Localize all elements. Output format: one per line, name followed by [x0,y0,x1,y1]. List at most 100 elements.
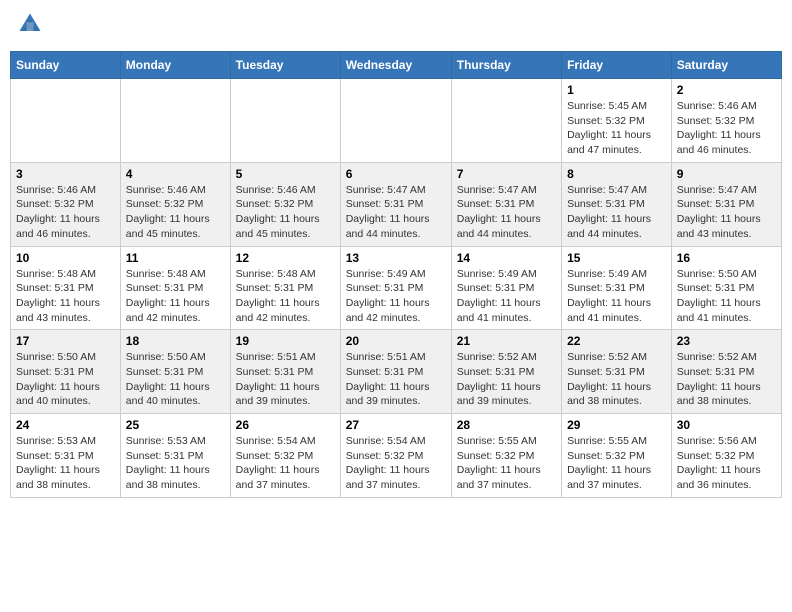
day-number: 11 [126,251,225,265]
calendar-week-2: 3 Sunrise: 5:46 AM Sunset: 5:32 PM Daylig… [11,162,782,246]
calendar-cell: 15 Sunrise: 5:49 AM Sunset: 5:31 PM Dayli… [562,246,672,330]
weekday-header-wednesday: Wednesday [340,52,451,79]
calendar-week-5: 24 Sunrise: 5:53 AM Sunset: 5:31 PM Dayli… [11,414,782,498]
logo-icon [16,10,44,38]
calendar-cell: 2 Sunrise: 5:46 AM Sunset: 5:32 PM Daylig… [671,79,781,163]
day-info: Sunrise: 5:49 AM Sunset: 5:31 PM Dayligh… [346,267,446,326]
day-info: Sunrise: 5:49 AM Sunset: 5:31 PM Dayligh… [567,267,666,326]
day-info: Sunrise: 5:51 AM Sunset: 5:31 PM Dayligh… [346,350,446,409]
weekday-header-tuesday: Tuesday [230,52,340,79]
calendar-cell: 24 Sunrise: 5:53 AM Sunset: 5:31 PM Dayli… [11,414,121,498]
calendar-cell: 5Sunrise: 5:46 AM Sunset: 5:32 PM Daylig… [230,162,340,246]
day-number: 10 [16,251,115,265]
day-number: 3 [16,167,115,181]
day-info: Sunrise: 5:46 AM Sunset: 5:32 PM Dayligh… [16,183,115,242]
calendar-cell: 29 Sunrise: 5:55 AM Sunset: 5:32 PM Dayli… [562,414,672,498]
calendar-cell: 28Sunrise: 5:55 AM Sunset: 5:32 PM Dayli… [451,414,561,498]
day-info: Sunrise: 5:45 AM Sunset: 5:32 PM Dayligh… [567,99,666,158]
day-info: Sunrise: 5:55 AM Sunset: 5:32 PM Dayligh… [457,434,556,493]
day-number: 29 [567,418,666,432]
day-info: Sunrise: 5:55 AM Sunset: 5:32 PM Dayligh… [567,434,666,493]
day-number: 25 [126,418,225,432]
day-number: 15 [567,251,666,265]
day-number: 2 [677,83,776,97]
day-number: 9 [677,167,776,181]
day-info: Sunrise: 5:48 AM Sunset: 5:31 PM Dayligh… [16,267,115,326]
day-info: Sunrise: 5:46 AM Sunset: 5:32 PM Dayligh… [677,99,776,158]
weekday-header-sunday: Sunday [11,52,121,79]
calendar-cell [340,79,451,163]
day-number: 30 [677,418,776,432]
day-info: Sunrise: 5:48 AM Sunset: 5:31 PM Dayligh… [126,267,225,326]
weekday-header-friday: Friday [562,52,672,79]
logo [14,10,44,43]
day-info: Sunrise: 5:47 AM Sunset: 5:31 PM Dayligh… [567,183,666,242]
day-number: 19 [236,334,335,348]
calendar-cell: 9 Sunrise: 5:47 AM Sunset: 5:31 PM Daylig… [671,162,781,246]
day-info: Sunrise: 5:54 AM Sunset: 5:32 PM Dayligh… [236,434,335,493]
day-number: 27 [346,418,446,432]
day-number: 16 [677,251,776,265]
calendar-cell: 27 Sunrise: 5:54 AM Sunset: 5:32 PM Dayli… [340,414,451,498]
day-info: Sunrise: 5:46 AM Sunset: 5:32 PM Dayligh… [126,183,225,242]
calendar-cell: 23Sunrise: 5:52 AM Sunset: 5:31 PM Dayli… [671,330,781,414]
day-number: 5 [236,167,335,181]
day-info: Sunrise: 5:51 AM Sunset: 5:31 PM Dayligh… [236,350,335,409]
day-info: Sunrise: 5:54 AM Sunset: 5:32 PM Dayligh… [346,434,446,493]
calendar-cell: 3 Sunrise: 5:46 AM Sunset: 5:32 PM Daylig… [11,162,121,246]
day-number: 8 [567,167,666,181]
calendar-cell: 1 Sunrise: 5:45 AM Sunset: 5:32 PM Daylig… [562,79,672,163]
calendar-cell: 30 Sunrise: 5:56 AM Sunset: 5:32 PM Dayli… [671,414,781,498]
day-number: 22 [567,334,666,348]
calendar-cell: 13 Sunrise: 5:49 AM Sunset: 5:31 PM Dayli… [340,246,451,330]
day-info: Sunrise: 5:52 AM Sunset: 5:31 PM Dayligh… [677,350,776,409]
day-number: 13 [346,251,446,265]
calendar-header-row: SundayMondayTuesdayWednesdayThursdayFrid… [11,52,782,79]
calendar-cell: 8 Sunrise: 5:47 AM Sunset: 5:31 PM Daylig… [562,162,672,246]
calendar-cell: 20Sunrise: 5:51 AM Sunset: 5:31 PM Dayli… [340,330,451,414]
calendar-cell: 22 Sunrise: 5:52 AM Sunset: 5:31 PM Dayli… [562,330,672,414]
calendar-cell: 6 Sunrise: 5:47 AM Sunset: 5:31 PM Daylig… [340,162,451,246]
day-info: Sunrise: 5:47 AM Sunset: 5:31 PM Dayligh… [346,183,446,242]
day-info: Sunrise: 5:56 AM Sunset: 5:32 PM Dayligh… [677,434,776,493]
day-number: 26 [236,418,335,432]
day-number: 12 [236,251,335,265]
calendar-cell: 10 Sunrise: 5:48 AM Sunset: 5:31 PM Dayli… [11,246,121,330]
day-info: Sunrise: 5:48 AM Sunset: 5:31 PM Dayligh… [236,267,335,326]
day-number: 17 [16,334,115,348]
calendar-cell [120,79,230,163]
page-header [10,10,782,43]
day-info: Sunrise: 5:47 AM Sunset: 5:31 PM Dayligh… [677,183,776,242]
calendar-cell [451,79,561,163]
calendar-cell: 17Sunrise: 5:50 AM Sunset: 5:31 PM Dayli… [11,330,121,414]
calendar-cell: 16 Sunrise: 5:50 AM Sunset: 5:31 PM Dayli… [671,246,781,330]
day-number: 14 [457,251,556,265]
day-number: 4 [126,167,225,181]
day-info: Sunrise: 5:50 AM Sunset: 5:31 PM Dayligh… [677,267,776,326]
calendar-cell: 11 Sunrise: 5:48 AM Sunset: 5:31 PM Dayli… [120,246,230,330]
calendar-cell [230,79,340,163]
day-info: Sunrise: 5:53 AM Sunset: 5:31 PM Dayligh… [126,434,225,493]
day-number: 6 [346,167,446,181]
day-number: 21 [457,334,556,348]
day-info: Sunrise: 5:49 AM Sunset: 5:31 PM Dayligh… [457,267,556,326]
calendar-cell [11,79,121,163]
calendar-cell: 14 Sunrise: 5:49 AM Sunset: 5:31 PM Dayli… [451,246,561,330]
day-info: Sunrise: 5:52 AM Sunset: 5:31 PM Dayligh… [567,350,666,409]
day-number: 7 [457,167,556,181]
weekday-header-thursday: Thursday [451,52,561,79]
day-info: Sunrise: 5:53 AM Sunset: 5:31 PM Dayligh… [16,434,115,493]
day-info: Sunrise: 5:47 AM Sunset: 5:31 PM Dayligh… [457,183,556,242]
calendar-cell: 26 Sunrise: 5:54 AM Sunset: 5:32 PM Dayli… [230,414,340,498]
day-number: 24 [16,418,115,432]
weekday-header-saturday: Saturday [671,52,781,79]
day-number: 1 [567,83,666,97]
calendar-week-3: 10 Sunrise: 5:48 AM Sunset: 5:31 PM Dayli… [11,246,782,330]
weekday-header-monday: Monday [120,52,230,79]
day-number: 18 [126,334,225,348]
calendar-cell: 21Sunrise: 5:52 AM Sunset: 5:31 PM Dayli… [451,330,561,414]
calendar-cell: 7 Sunrise: 5:47 AM Sunset: 5:31 PM Daylig… [451,162,561,246]
calendar-cell: 4 Sunrise: 5:46 AM Sunset: 5:32 PM Daylig… [120,162,230,246]
calendar-cell: 12 Sunrise: 5:48 AM Sunset: 5:31 PM Dayli… [230,246,340,330]
calendar-table: SundayMondayTuesdayWednesdayThursdayFrid… [10,51,782,498]
